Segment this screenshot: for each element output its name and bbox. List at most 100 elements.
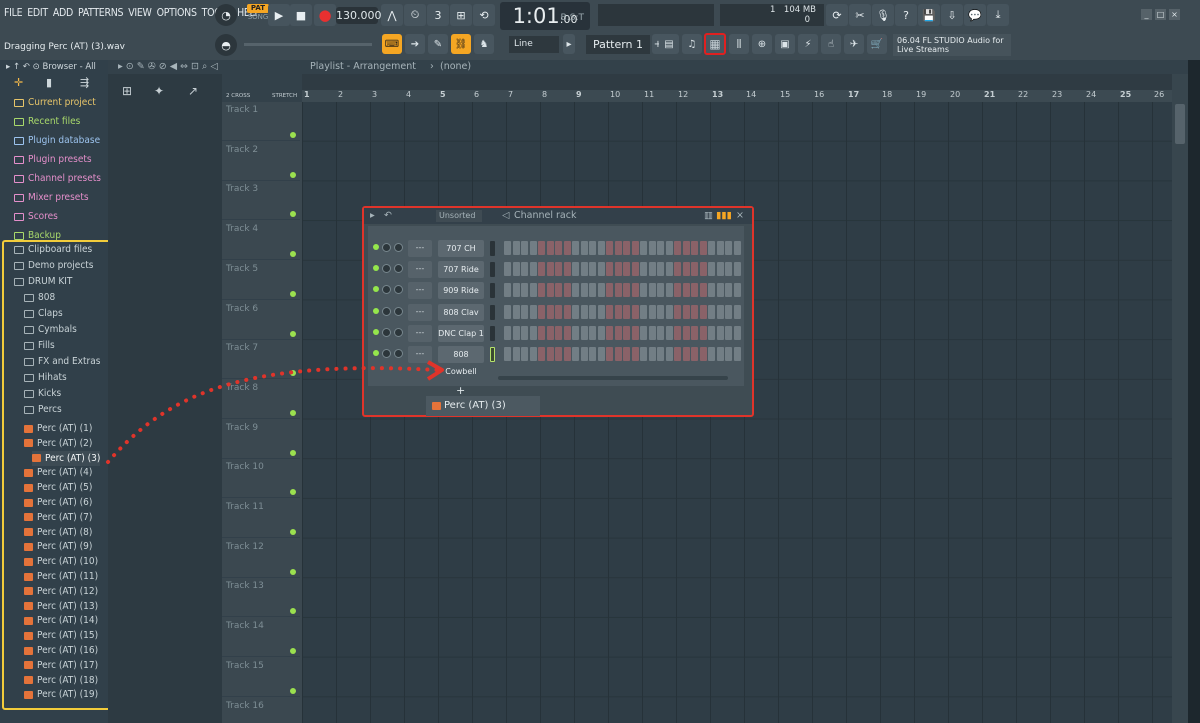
step-button[interactable] <box>674 241 681 255</box>
step-button[interactable] <box>572 347 579 361</box>
channel-pan-knob[interactable] <box>394 306 403 316</box>
channel-select-bar[interactable] <box>490 304 495 320</box>
menu-add[interactable]: ADD <box>53 7 73 19</box>
undo-history-icon[interactable]: ⟳ <box>826 4 848 26</box>
master-volume-knob[interactable]: ◔ <box>215 4 237 26</box>
step-button[interactable] <box>691 347 698 361</box>
step-button[interactable] <box>546 283 554 298</box>
xcross-label[interactable]: 2 CROSS <box>226 93 250 99</box>
step-button[interactable] <box>665 283 673 298</box>
step-button[interactable] <box>546 304 554 319</box>
step-button[interactable] <box>657 304 664 319</box>
tempo-display[interactable]: 130.000 <box>336 7 382 24</box>
step-button[interactable] <box>529 241 537 255</box>
track-header[interactable]: Track 2 <box>222 142 300 181</box>
step-button[interactable] <box>597 262 605 277</box>
channel-select-bar[interactable] <box>490 283 495 299</box>
step-button[interactable] <box>589 283 596 298</box>
browser-section-item[interactable]: Channel presets <box>14 171 101 187</box>
browser-file-item[interactable]: Perc (AT) (8) <box>24 525 92 540</box>
step-button[interactable] <box>699 241 707 255</box>
track-mute-led[interactable] <box>290 330 296 337</box>
step-button[interactable] <box>589 262 596 277</box>
automation-icon[interactable]: ↗ <box>188 84 198 98</box>
channel-pan-knob[interactable] <box>394 264 403 274</box>
channel-name-button[interactable]: DNC Clap 1 <box>438 324 484 342</box>
step-button[interactable] <box>733 262 741 277</box>
step-button[interactable] <box>572 325 579 340</box>
step-button[interactable] <box>614 325 622 340</box>
metronome-icon[interactable]: ⋀ <box>381 4 403 26</box>
step-button[interactable] <box>614 347 622 361</box>
step-button[interactable] <box>529 283 537 298</box>
channel-volume-knob[interactable] <box>382 306 391 316</box>
step-button[interactable] <box>538 241 545 255</box>
step-button[interactable] <box>640 241 647 255</box>
step-button[interactable] <box>725 241 732 255</box>
master-slider[interactable] <box>244 43 372 46</box>
step-button[interactable] <box>674 304 681 319</box>
channel-mixer-track[interactable]: --- <box>408 303 432 321</box>
track-mute-led[interactable] <box>290 290 296 297</box>
browser-file-item[interactable]: Perc (AT) (1) <box>24 421 92 436</box>
close-icon[interactable]: × <box>1169 9 1180 20</box>
step-button[interactable] <box>597 325 605 340</box>
track-mute-led[interactable] <box>290 568 296 575</box>
channel-name-button[interactable]: 707 CH <box>438 240 484 257</box>
browser-section-item[interactable]: Plugin database <box>14 133 100 149</box>
step-button[interactable] <box>572 283 579 298</box>
step-button[interactable] <box>580 241 588 255</box>
link-icon[interactable]: ⛓ <box>451 34 471 54</box>
timeline-ruler[interactable]: 1 2 3 4 5 6 7 8 9 10 11 12 13 14 15 16 17 18 19 20 21 22 23 24 2… <box>302 90 1172 102</box>
step-button[interactable] <box>512 325 520 340</box>
browser-file-item[interactable]: Perc (AT) (2) <box>24 436 92 451</box>
browser-folder[interactable]: Demo projects <box>14 258 93 274</box>
step-button[interactable] <box>708 347 715 361</box>
track-header[interactable]: Track 3 <box>222 181 300 221</box>
step-button[interactable] <box>733 304 741 319</box>
channel-mixer-track[interactable]: --- <box>408 282 432 300</box>
track-header[interactable]: Track 9 <box>222 420 300 459</box>
channel-name-button[interactable]: 808 Clav <box>438 303 484 321</box>
step-button[interactable] <box>725 283 732 298</box>
track-header[interactable]: Track 11 <box>222 499 300 538</box>
browser-folder[interactable]: DRUM KIT <box>14 274 72 290</box>
browser-subfolder[interactable]: Percs <box>24 402 62 418</box>
channel-mute-led[interactable] <box>373 265 379 272</box>
plugin-icon[interactable]: ⚡ <box>798 34 818 54</box>
track-mute-led[interactable] <box>290 370 296 377</box>
track-mute-led[interactable] <box>290 489 296 496</box>
render-icon[interactable]: ⇩ <box>941 4 963 26</box>
step-button[interactable] <box>691 262 698 277</box>
track-header[interactable]: Track 14 <box>222 618 300 658</box>
browser-subfolder[interactable]: FX and Extras <box>24 354 100 370</box>
playlist-icon[interactable]: ▤ <box>659 34 679 54</box>
step-button[interactable] <box>733 347 741 361</box>
track-mute-led[interactable] <box>290 529 296 535</box>
track-header[interactable]: Track 8 <box>222 380 300 419</box>
step-button[interactable] <box>529 325 537 340</box>
step-edit-icon[interactable]: ⊞ <box>450 4 472 26</box>
browser-subfolder[interactable]: 808 <box>24 290 55 306</box>
browser-file-item[interactable]: Perc (AT) (7) <box>24 510 92 525</box>
browser-file-item[interactable]: Perc (AT) (10) <box>24 554 98 569</box>
browser-file-item[interactable]: Perc (AT) (19) <box>24 687 98 702</box>
step-button[interactable] <box>563 262 571 277</box>
step-button[interactable] <box>716 283 724 298</box>
step-button[interactable] <box>538 347 545 361</box>
step-button[interactable] <box>512 304 520 319</box>
step-button[interactable] <box>546 347 554 361</box>
step-button[interactable] <box>699 325 707 340</box>
step-button[interactable] <box>563 325 571 340</box>
step-button[interactable] <box>648 325 656 340</box>
pattern-select[interactable]: Pattern 1 <box>586 35 650 54</box>
browser-section-item[interactable]: Recent files <box>14 114 80 130</box>
track-mute-led[interactable] <box>290 449 296 456</box>
loop-record-icon[interactable]: ⟲ <box>473 4 495 26</box>
step-button[interactable] <box>589 304 596 319</box>
step-button[interactable] <box>521 283 528 298</box>
channel-mute-led[interactable] <box>373 244 379 250</box>
channel-name-button[interactable]: 808 Cowbell <box>438 346 484 376</box>
pattern-prev-icon[interactable]: ▸ <box>563 34 575 54</box>
step-button[interactable] <box>529 304 537 319</box>
